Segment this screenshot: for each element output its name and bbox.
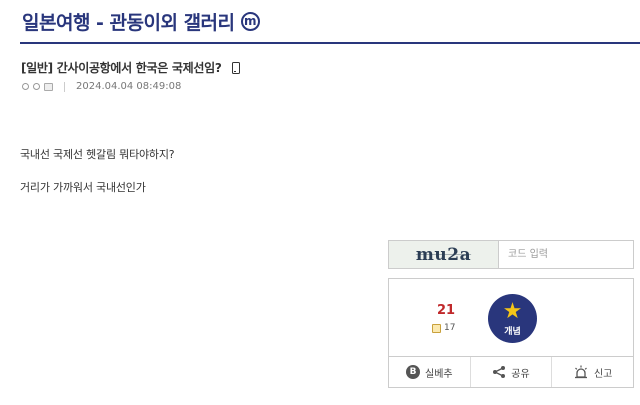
star-icon: ★ [502, 298, 523, 324]
post-title: [일반] 간사이공항에서 한국은 국제선임? [21, 59, 240, 76]
fixed-recommend-row: 17 [432, 323, 455, 333]
ip-icon [44, 82, 53, 91]
captcha-box: mu2a [388, 240, 634, 269]
mobile-icon [231, 61, 240, 74]
share-icon [492, 365, 506, 379]
silbe-label: 실베추 [425, 368, 453, 380]
gallery-title-text: 일본여행 - 관동이외 갤러리 [22, 11, 235, 34]
author-dot-icon[interactable] [22, 83, 29, 90]
siren-icon [573, 365, 589, 379]
author-dot-icon[interactable] [33, 83, 40, 90]
content-line: 국내선 국제선 헷갈림 뭐타야하지? [20, 148, 175, 161]
captcha-image[interactable]: mu2a [389, 241, 499, 268]
fixed-recommend-count: 17 [444, 323, 456, 333]
b-icon: B [406, 365, 421, 379]
post-datetime: 2024.04.04 08:49:08 [76, 81, 182, 92]
fixed-recommend-icon [432, 323, 441, 333]
report-button[interactable]: 신고 [552, 357, 633, 387]
share-label: 공유 [511, 368, 530, 380]
post-meta: 2024.04.04 08:49:08 [22, 81, 181, 92]
captcha-code-input[interactable] [499, 241, 633, 268]
header-divider [20, 42, 640, 44]
recommend-button-label: 개념 [504, 326, 521, 337]
post-action-row: B 실베추 공유 신고 [388, 356, 634, 388]
gallery-title[interactable]: 일본여행 - 관동이외 갤러리 m [22, 6, 260, 36]
share-button[interactable]: 공유 [471, 357, 553, 387]
report-label: 신고 [593, 368, 613, 380]
recommend-count: 21 [436, 303, 456, 318]
content-line: 거리가 가까워서 국내선인가 [20, 181, 146, 194]
silbe-button[interactable]: B 실베추 [389, 357, 471, 387]
recommend-box: 21 17 ★ 개념 [388, 278, 634, 357]
meta-divider [64, 81, 65, 92]
post-title-text: [일반] 간사이공항에서 한국은 국제선임? [21, 61, 222, 75]
minor-gallery-badge-icon: m [240, 11, 260, 31]
recommend-button[interactable]: ★ 개념 [488, 294, 537, 343]
